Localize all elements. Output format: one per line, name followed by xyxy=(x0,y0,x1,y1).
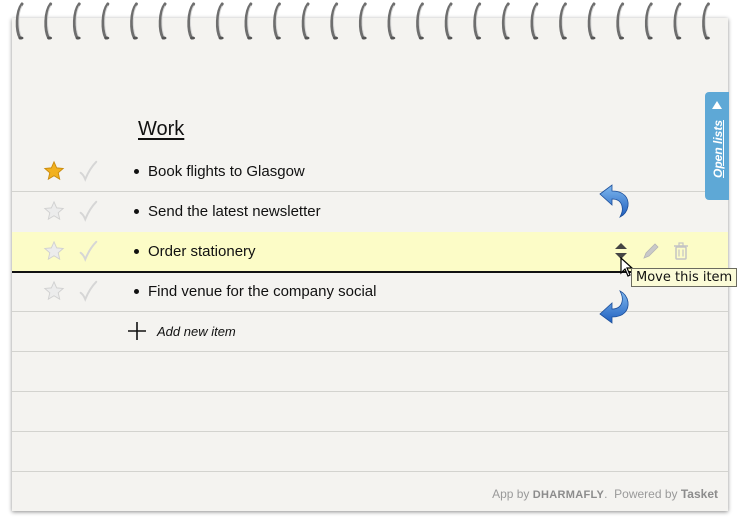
footer-app-by: App by xyxy=(492,487,530,501)
add-item-label[interactable]: Add new item xyxy=(157,324,236,339)
checkmark-icon[interactable] xyxy=(77,200,99,222)
footer-brand-link[interactable]: DHARMAFLY xyxy=(533,489,604,501)
ruled-line xyxy=(12,471,728,472)
trash-icon[interactable] xyxy=(671,241,691,261)
spiral-hole xyxy=(561,36,567,40)
star-icon[interactable] xyxy=(43,280,65,302)
spiral-hole xyxy=(533,36,539,40)
pencil-icon[interactable] xyxy=(641,241,661,261)
spiral-hole xyxy=(704,36,710,40)
spiral-hole xyxy=(218,36,224,40)
caret-up-icon xyxy=(712,101,722,109)
spiral-hole xyxy=(304,36,310,40)
ruled-line xyxy=(12,431,728,432)
list-title[interactable]: Work xyxy=(138,118,184,141)
undo-arrow-icon[interactable] xyxy=(598,184,632,218)
bullet xyxy=(134,209,139,214)
footer: App by DHARMAFLY. Powered by Tasket xyxy=(492,487,718,501)
spiral-hole xyxy=(361,36,367,40)
spiral-hole xyxy=(132,36,138,40)
spiral-hole xyxy=(504,36,510,40)
open-lists-label[interactable]: Open lists xyxy=(711,109,725,189)
spiral-hole xyxy=(476,36,482,40)
item-text[interactable]: Book flights to Glasgow xyxy=(148,163,305,180)
bullet xyxy=(134,249,139,254)
checkmark-icon[interactable] xyxy=(77,160,99,182)
spiral-hole xyxy=(75,36,81,40)
spiral-hole xyxy=(390,36,396,40)
spiral-hole xyxy=(590,36,596,40)
bullet xyxy=(134,289,139,294)
spiral-hole xyxy=(418,36,424,40)
spiral-hole xyxy=(333,36,339,40)
item-text[interactable]: Find venue for the company social xyxy=(148,283,376,300)
star-icon[interactable] xyxy=(43,160,65,182)
tooltip: Move this item xyxy=(631,268,738,287)
undo-arrow-icon[interactable] xyxy=(598,290,632,324)
checkmark-icon[interactable] xyxy=(77,240,99,262)
item-text[interactable]: Order stationery xyxy=(148,243,256,260)
ruled-line xyxy=(12,391,728,392)
spiral-hole xyxy=(190,36,196,40)
spiral-hole xyxy=(18,36,24,40)
spiral-hole xyxy=(447,36,453,40)
plus-icon[interactable] xyxy=(127,321,147,341)
spiral-hole xyxy=(247,36,253,40)
item-text[interactable]: Send the latest newsletter xyxy=(148,203,321,220)
open-lists-tab[interactable]: Open lists xyxy=(705,92,729,200)
spiral-hole xyxy=(104,36,110,40)
checkmark-icon[interactable] xyxy=(77,280,99,302)
spiral-hole xyxy=(275,36,281,40)
footer-powered-by: Powered by xyxy=(614,487,678,501)
ruled-line xyxy=(12,351,728,352)
footer-product-link[interactable]: Tasket xyxy=(681,487,718,501)
spiral-hole xyxy=(47,36,53,40)
spiral-hole xyxy=(647,36,653,40)
spiral-binding xyxy=(15,2,710,40)
spiral-hole xyxy=(161,36,167,40)
bullet xyxy=(134,169,139,174)
spiral-hole xyxy=(619,36,625,40)
star-icon[interactable] xyxy=(43,240,65,262)
spiral-hole xyxy=(676,36,682,40)
footer-separator: . xyxy=(604,487,608,501)
star-icon[interactable] xyxy=(43,200,65,222)
